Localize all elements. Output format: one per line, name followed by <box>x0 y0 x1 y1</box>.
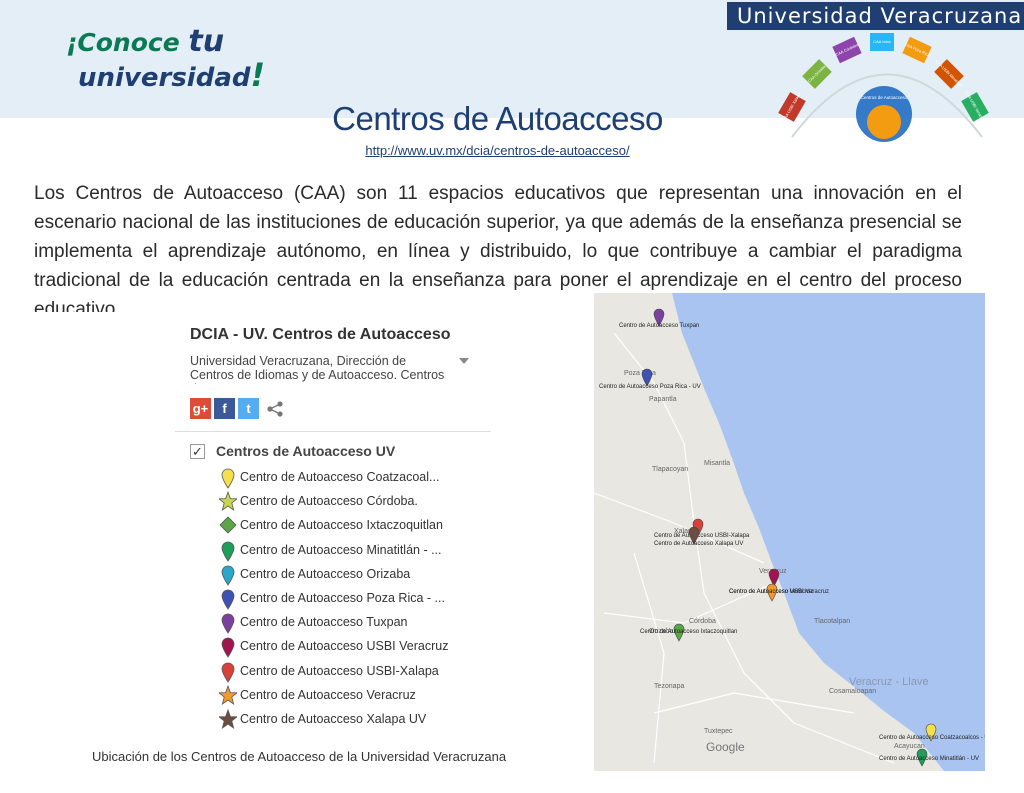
legend-item-label: Centro de Autoacceso Tuxpan <box>240 615 408 630</box>
map-place-label: Misantla <box>704 460 730 467</box>
diamond-marker-icon <box>219 515 237 537</box>
veracruz-map[interactable]: Poza Rica Papantla Tlapacoyan Misantla Xalap… <box>594 293 985 771</box>
legend-item-label: Centro de Autoacceso Coatzacoal... <box>240 470 440 484</box>
legend-item-label: Centro de Autoacceso USBI-Xalapa <box>240 663 439 678</box>
logo-text-conoce: ¡Conoce <box>66 28 189 57</box>
diagram-node-label: CAA Ixtac <box>873 39 891 44</box>
logo-text-tu: tu <box>188 24 225 59</box>
legend-item-label: Centro de Autoacceso Orizaba <box>240 566 411 581</box>
map-pin-marker-icon <box>219 467 237 489</box>
diagram-node: CAA Ixtac <box>870 33 894 51</box>
legend-item[interactable]: Centro de Autoacceso Tuxpan <box>219 611 489 635</box>
legend-item-list: Centro de Autoacceso Coatzacoal... Centro… <box>217 466 489 732</box>
star-marker-icon <box>217 708 239 731</box>
legend-divider <box>175 431 491 432</box>
legend-item-label: Centro de Autoacceso USBI Veracruz <box>240 639 449 654</box>
diagram-node: CAA USBI Minatitlán <box>934 59 964 89</box>
map-place-label: Acayucan <box>894 743 925 750</box>
legend-item[interactable]: Centro de Autoacceso USBI-Xalapa <box>219 660 489 684</box>
diagram-node: CAA Poza Rica <box>902 36 932 64</box>
conoce-tu-universidad-logo: ¡Conoce tu universidad! <box>66 24 266 94</box>
map-legend-panel: DCIA - UV. Centros de Autoacceso Univers… <box>175 318 493 738</box>
map-place-label: Tuxtepec <box>704 728 733 735</box>
map-marker-label: Centro de Autoacceso Tuxpan <box>619 323 699 329</box>
map-place-label: Tlapacoyan <box>652 466 688 473</box>
legend-item[interactable]: Centro de Autoacceso Veracruz <box>217 684 489 708</box>
university-banner: Universidad Veracruzana <box>727 2 1024 30</box>
map-state-label: Veracruz - Llave <box>849 676 928 688</box>
university-banner-text: Universidad Veracruzana <box>737 4 1023 28</box>
map-marker-label: Centro de Autoacceso Coatzacoalcos - UV <box>879 735 985 741</box>
map-marker-label: Centro de Autoacceso USBI-Xalapa <box>654 533 750 539</box>
diagram-node: CAA Córdoba <box>832 36 862 64</box>
map-description: Universidad Veracruzana, Dirección de Ce… <box>190 354 445 384</box>
map-marker-label: Centro de Autoacceso Ixtaczoquitlan <box>640 629 737 635</box>
logo-text-universidad: universidad <box>78 63 251 93</box>
map-marker-label: Centro de Autoacceso Xalapa UV <box>654 541 743 547</box>
map-place-label: Cosamaloapan <box>829 688 876 695</box>
map-pin-marker-icon <box>219 564 237 586</box>
map-marker-label: Centro de Autoacceso Veracruz <box>729 589 813 595</box>
map-pin-marker-icon <box>219 636 237 659</box>
layer-name: Centros de Autoacceso UV <box>216 443 396 459</box>
map-pin-marker-icon <box>219 588 237 610</box>
google-logo: Google <box>706 740 745 754</box>
map-pin-marker-icon <box>219 661 237 683</box>
diagram-node: CAA Orizaba <box>802 59 832 89</box>
legend-item[interactable]: Centro de Autoacceso Minatitlán - ... <box>219 539 489 563</box>
expand-description-icon[interactable] <box>459 358 469 364</box>
map-canvas[interactable]: Poza RicaPapantlaTlapacoyanMisantlaXalap… <box>594 293 985 771</box>
map-marker-label: Centro de Autoacceso Poza Rica - UV <box>599 384 701 390</box>
caa-website-link[interactable]: http://www.uv.mx/dcia/centros-de-autoacc… <box>0 143 995 158</box>
legend-item-label: Centro de Autoacceso Poza Rica - ... <box>240 590 445 605</box>
share-icon[interactable] <box>266 400 284 418</box>
map-pin-marker-icon <box>219 612 237 634</box>
map-pin-marker-icon <box>219 540 237 562</box>
map-marker-label: Centro de Autoacceso Minatitlán - UV <box>879 756 979 762</box>
legend-item[interactable]: Centro de Autoacceso Ixtaczoquitlan <box>219 514 489 538</box>
legend-item-label: Centro de Autoacceso Ixtaczoquitlan <box>240 518 443 533</box>
twitter-share-button[interactable]: t <box>238 398 259 419</box>
legend-item-label: Centro de Autoacceso Córdoba. <box>240 494 418 509</box>
legend-item-label: Centro de Autoacceso Minatitlán - ... <box>240 542 442 557</box>
legend-item[interactable]: Centro de Autoacceso USBI Veracruz <box>219 635 489 659</box>
legend-item-label: Centro de Autoacceso Veracruz <box>240 687 416 702</box>
logo-text-bang: ! <box>250 56 266 94</box>
layer-checkbox[interactable]: ✓ <box>190 444 205 459</box>
legend-item-label: Centro de Autoacceso Xalapa UV <box>240 711 427 726</box>
star-marker-icon <box>217 491 239 513</box>
facebook-share-button[interactable]: f <box>214 398 235 419</box>
page-title: Centros de Autoacceso <box>332 100 663 137</box>
legend-item[interactable]: Centro de Autoacceso Coatzacoal... <box>219 466 489 490</box>
map-caption: Ubicación de los Centros de Autoacceso d… <box>92 749 507 764</box>
legend-item[interactable]: Centro de Autoacceso Xalapa UV <box>217 708 489 732</box>
google-plus-share-button[interactable]: g+ <box>190 398 211 419</box>
map-title: DCIA - UV. Centros de Autoacceso <box>190 326 451 343</box>
map-place-label: Tezonapa <box>654 683 684 690</box>
map-place-label: Papantla <box>649 396 677 403</box>
legend-item[interactable]: Centro de Autoacceso Orizaba <box>219 563 489 587</box>
legend-item[interactable]: Centro de Autoacceso Córdoba. <box>217 490 489 514</box>
star-marker-icon <box>217 684 239 707</box>
map-place-label: Córdoba <box>689 618 716 625</box>
legend-item[interactable]: Centro de Autoacceso Poza Rica - ... <box>219 587 489 611</box>
map-place-label: Tlacotalpan <box>814 618 850 625</box>
